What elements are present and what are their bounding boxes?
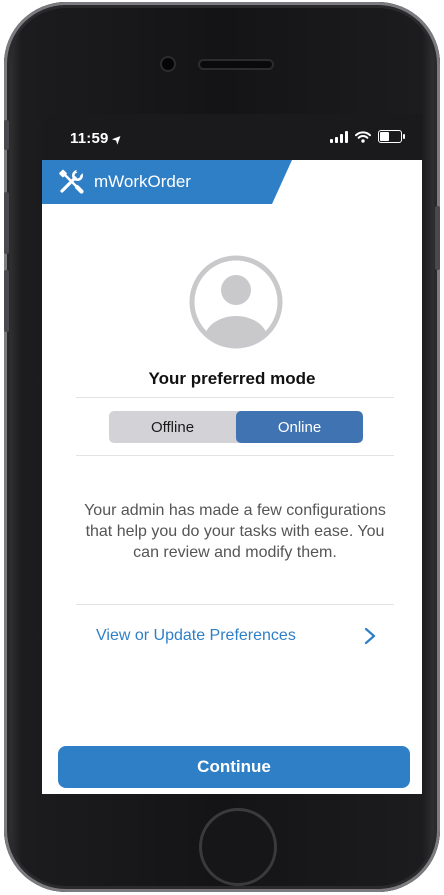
status-icons	[330, 130, 405, 143]
divider	[76, 604, 394, 605]
wifi-icon	[355, 130, 371, 143]
volume-up-button	[4, 192, 9, 254]
continue-button[interactable]: Continue	[58, 746, 410, 788]
cellular-signal-icon	[330, 130, 348, 143]
power-button	[435, 206, 440, 270]
divider	[76, 455, 394, 456]
home-button	[199, 808, 277, 886]
status-time-text: 11:59	[70, 130, 109, 147]
battery-icon	[378, 130, 405, 143]
status-time: 11:59➤	[70, 130, 126, 148]
front-camera	[162, 58, 174, 70]
online-mode-option[interactable]: Online	[236, 411, 363, 443]
admin-config-info-text: Your admin has made a few configurations…	[84, 502, 386, 561]
offline-mode-option[interactable]: Offline	[109, 411, 236, 443]
earpiece-speaker	[200, 61, 272, 68]
app-header-tab: mWorkOrder	[42, 160, 292, 204]
phone-frame: 11:59➤ mWorkOrder Your preferred mode Of…	[4, 2, 440, 892]
chevron-right-icon	[364, 627, 376, 645]
divider	[76, 397, 394, 398]
preferences-link-label: View or Update Preferences	[96, 627, 296, 644]
status-bar: 11:59➤	[42, 114, 422, 160]
mode-segmented-control: Offline Online	[109, 411, 363, 443]
app-title: mWorkOrder	[94, 172, 191, 191]
view-update-preferences-link[interactable]: View or Update Preferences	[96, 624, 376, 648]
mute-switch	[4, 120, 9, 150]
user-avatar-icon	[189, 255, 283, 349]
preferred-mode-heading: Your preferred mode	[148, 369, 316, 388]
volume-down-button	[4, 270, 9, 332]
screen: 11:59➤ mWorkOrder Your preferred mode Of…	[42, 114, 422, 794]
tools-icon	[59, 169, 84, 194]
app-header: mWorkOrder	[42, 160, 422, 204]
location-arrow-icon: ➤	[108, 130, 126, 148]
